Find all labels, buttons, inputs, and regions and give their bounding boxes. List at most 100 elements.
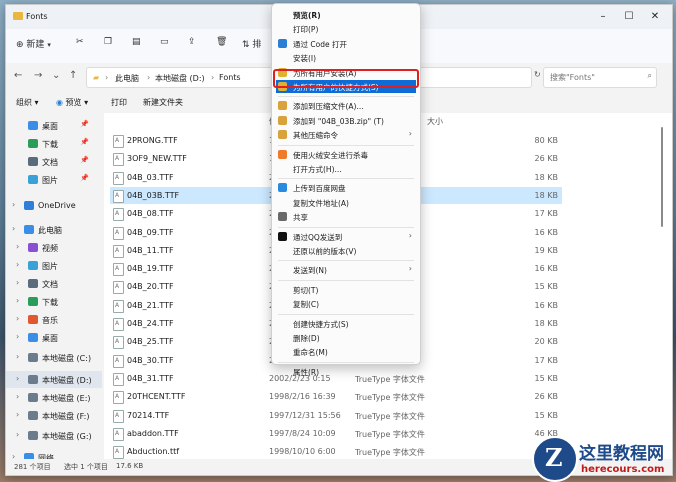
- menu-separator: [278, 178, 414, 180]
- menu-item-label: 通过 Code 打开: [293, 39, 347, 49]
- menu-item[interactable]: 上传到百度网盘: [276, 181, 416, 194]
- preview-button[interactable]: ◉ 预览 ▾: [56, 97, 88, 108]
- menu-item[interactable]: 其他压缩命令 ›: [276, 128, 416, 141]
- chevron-right-icon[interactable]: ›: [16, 296, 19, 305]
- menu-item[interactable]: 添加到 "04B_03B.zip" (T): [276, 114, 416, 127]
- organize-button[interactable]: 组织 ▾: [16, 97, 39, 108]
- file-size: 18 KB: [534, 172, 558, 182]
- nav-item[interactable]: › 本地磁盘 (F:): [6, 407, 102, 424]
- nav-item-icon: [28, 315, 38, 324]
- chevron-right-icon[interactable]: ›: [16, 430, 19, 439]
- nav-item-icon: [28, 353, 38, 362]
- nav-item[interactable]: › 本地磁盘 (E:): [6, 389, 102, 406]
- new-button[interactable]: ⊕ 新建 ▾: [16, 37, 51, 50]
- crumb-fonts[interactable]: Fonts: [219, 73, 241, 82]
- back-arrow-icon[interactable]: ←: [14, 70, 22, 81]
- nav-item-label: 文档: [42, 280, 58, 289]
- nav-item[interactable]: 图片 📌: [6, 171, 102, 188]
- pin-icon: 📌: [80, 120, 89, 128]
- menu-item[interactable]: 重命名(M): [276, 345, 416, 358]
- menu-item[interactable]: 属性(R): [276, 365, 416, 378]
- menu-item[interactable]: 共享: [276, 210, 416, 223]
- file-row[interactable]: abaddon.TTF1997/8/24 10:09TrueType 字体文件4…: [110, 425, 562, 442]
- nav-item[interactable]: › OneDrive: [6, 197, 102, 214]
- recent-chevron-icon[interactable]: ⌄: [52, 70, 60, 81]
- menu-item[interactable]: 复制文件地址(A): [276, 196, 416, 209]
- menu-item[interactable]: 打开方式(H)...: [276, 162, 416, 175]
- minimize-button[interactable]: –: [592, 8, 614, 26]
- delete-icon[interactable]: 🗑: [216, 37, 227, 47]
- chevron-right-icon[interactable]: ›: [16, 352, 19, 361]
- menu-item[interactable]: 还原以前的版本(V): [276, 244, 416, 257]
- scrollbar-thumb[interactable]: [661, 127, 663, 227]
- column-size[interactable]: 大小: [427, 116, 443, 127]
- menu-separator: [278, 144, 414, 146]
- file-row[interactable]: Abduction.ttf 1998/10/10 6:00 TrueType 字体文…: [110, 443, 562, 460]
- cut-icon[interactable]: ✂: [76, 37, 84, 47]
- sort-button[interactable]: ⇅ 排: [242, 37, 261, 50]
- file-size: 26 KB: [534, 392, 558, 402]
- crumb-this-pc[interactable]: 此电脑: [115, 73, 139, 84]
- new-folder-button[interactable]: 新建文件夹: [143, 97, 183, 108]
- rename-icon[interactable]: ▭: [160, 37, 169, 47]
- paste-icon[interactable]: ▤: [132, 37, 141, 47]
- search-input[interactable]: [548, 70, 642, 85]
- file-size: 17 KB: [534, 209, 558, 219]
- chevron-right-icon[interactable]: ›: [16, 260, 19, 269]
- menu-item[interactable]: 添加到压缩文件(A)...: [276, 99, 416, 112]
- file-row[interactable]: 70214.TTF 1997/12/31 15:56 TrueType 字体文件 15…: [110, 407, 562, 424]
- menu-item[interactable]: 删除(D): [276, 331, 416, 344]
- menu-item[interactable]: 通过 Code 打开: [276, 37, 416, 50]
- menu-item[interactable]: 创建快捷方式(S): [276, 317, 416, 330]
- menu-item[interactable]: 打印(P): [276, 22, 416, 35]
- nav-item[interactable]: › 音乐: [6, 311, 102, 328]
- menu-item[interactable]: 剪切(T): [276, 283, 416, 296]
- copy-icon[interactable]: ❐: [104, 37, 112, 47]
- maximize-button[interactable]: ☐: [618, 8, 640, 26]
- menu-item[interactable]: 复制(C): [276, 297, 416, 310]
- menu-item[interactable]: 通过QQ发送到 ›: [276, 230, 416, 243]
- chevron-right-icon[interactable]: ›: [12, 224, 15, 233]
- file-size: 15 KB: [534, 410, 558, 420]
- menu-item[interactable]: 使用火绒安全进行杀毒: [276, 148, 416, 161]
- nav-item[interactable]: › 下载: [6, 293, 102, 310]
- up-arrow-icon[interactable]: ↑: [69, 70, 77, 81]
- nav-item[interactable]: › 图片: [6, 257, 102, 274]
- menu-item[interactable]: 安装(I): [276, 51, 416, 64]
- chevron-right-icon[interactable]: ›: [16, 242, 19, 251]
- vertical-scrollbar[interactable]: [658, 119, 666, 449]
- nav-item[interactable]: 桌面 📌: [6, 117, 102, 134]
- nav-item[interactable]: 文档 📌: [6, 153, 102, 170]
- file-name: 04B_25.TTF: [127, 337, 174, 347]
- font-file-icon: [113, 336, 124, 350]
- share-icon[interactable]: ⇪: [188, 37, 196, 47]
- crumb-drive-d[interactable]: 本地磁盘 (D:): [155, 73, 205, 84]
- forward-arrow-icon[interactable]: →: [34, 70, 42, 81]
- nav-item[interactable]: 下载 📌: [6, 135, 102, 152]
- nav-item[interactable]: › 此电脑: [6, 221, 102, 238]
- file-row[interactable]: 20THCENT.TTF 1998/2/16 16:39 TrueType 字体文件…: [110, 388, 562, 405]
- nav-item[interactable]: › 本地磁盘 (G:): [6, 427, 102, 444]
- print-button[interactable]: 打印: [111, 97, 127, 108]
- chevron-right-icon[interactable]: ›: [12, 200, 15, 209]
- search-box[interactable]: ⌕: [543, 67, 657, 88]
- menu-item[interactable]: 预览(R): [276, 8, 416, 21]
- chevron-right-icon[interactable]: ›: [16, 392, 19, 401]
- nav-item-label: 此电脑: [38, 226, 62, 235]
- nav-item[interactable]: › 视频: [6, 239, 102, 256]
- menu-separator: [278, 96, 414, 98]
- menu-item[interactable]: 发送到(N) ›: [276, 263, 416, 276]
- chevron-right-icon[interactable]: ›: [16, 332, 19, 341]
- chevron-right-icon[interactable]: ›: [16, 410, 19, 419]
- file-name: 70214.TTF: [127, 410, 170, 420]
- menu-item-label: 其他压缩命令: [293, 131, 338, 141]
- nav-item[interactable]: › 本地磁盘 (D:): [6, 371, 102, 388]
- close-button[interactable]: ✕: [644, 8, 666, 26]
- nav-item[interactable]: › 桌面: [6, 329, 102, 346]
- chevron-right-icon[interactable]: ›: [16, 278, 19, 287]
- nav-item[interactable]: › 本地磁盘 (C:): [6, 349, 102, 366]
- chevron-right-icon[interactable]: ›: [16, 374, 19, 383]
- chevron-right-icon[interactable]: ›: [16, 314, 19, 323]
- nav-item[interactable]: › 文档: [6, 275, 102, 292]
- refresh-icon[interactable]: ↻: [534, 70, 541, 79]
